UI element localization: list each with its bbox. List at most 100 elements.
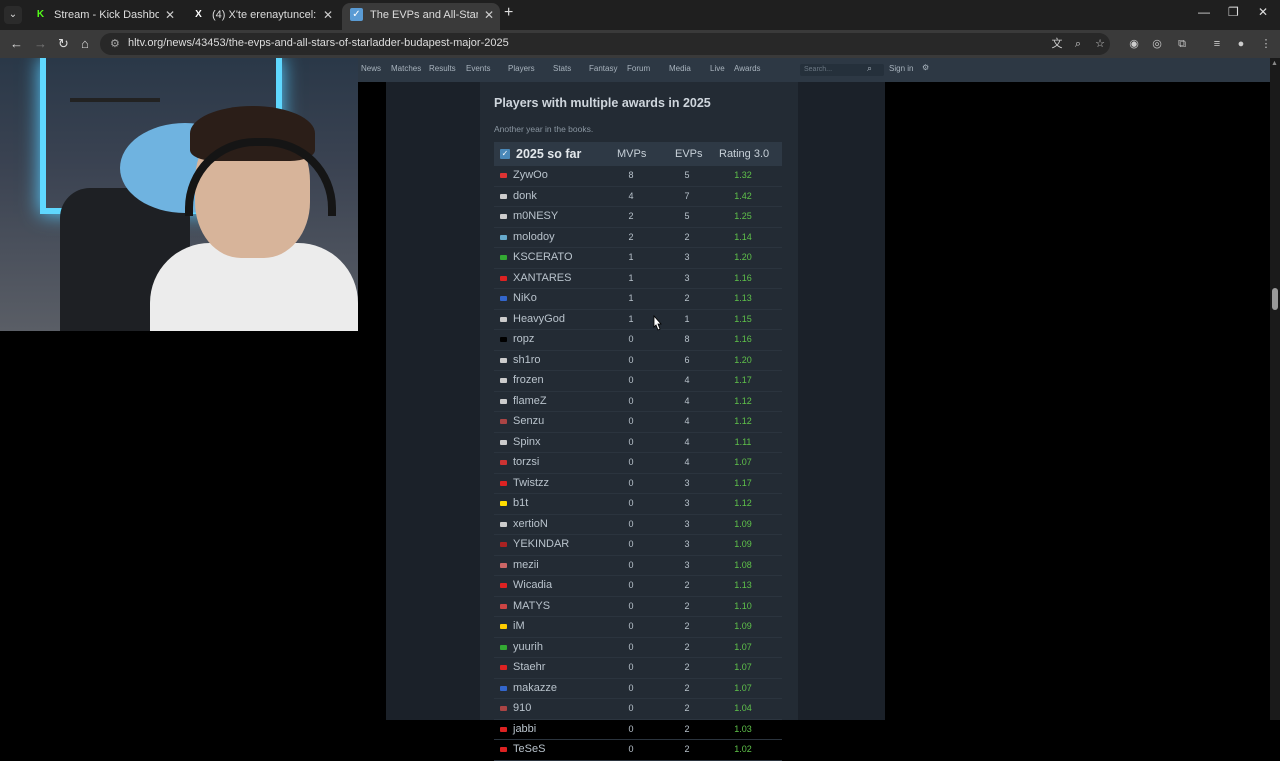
reload-icon[interactable]: ↻ — [58, 36, 69, 52]
evp-count: 4 — [684, 457, 690, 467]
profile-avatar-icon[interactable]: ● — [1234, 37, 1248, 51]
player-name-link[interactable]: b1t — [513, 497, 528, 509]
player-name-link[interactable]: 910 — [513, 702, 531, 714]
player-name-link[interactable]: frozen — [513, 374, 544, 386]
player-name-link[interactable]: mezii — [513, 559, 539, 571]
table-row: iM 0 2 1.09 — [494, 617, 782, 638]
header-rating[interactable]: Rating 3.0 — [719, 148, 769, 160]
player-name-link[interactable]: Senzu — [513, 415, 544, 427]
player-name-link[interactable]: molodoy — [513, 231, 555, 243]
table-row: YEKINDAR 0 3 1.09 — [494, 535, 782, 556]
tab-title: (4) X'te erenaytuncel: "@Auror — [212, 9, 317, 21]
nav-fantasy[interactable]: Fantasy — [589, 64, 617, 73]
player-name-link[interactable]: TeSeS — [513, 743, 545, 755]
close-tab-icon[interactable]: ✕ — [165, 3, 175, 27]
nav-media[interactable]: Media — [669, 64, 691, 73]
country-flag-icon — [500, 296, 507, 301]
nav-players[interactable]: Players — [508, 64, 535, 73]
nav-results[interactable]: Results — [429, 64, 456, 73]
site-navigation: News Matches Results Events Players Stat… — [358, 58, 1270, 82]
close-window-icon[interactable]: ✕ — [1258, 5, 1268, 19]
country-flag-icon — [500, 398, 507, 404]
rating-value: 1.11 — [734, 436, 752, 447]
header-evps[interactable]: EVPs — [675, 148, 703, 160]
nav-matches[interactable]: Matches — [391, 64, 421, 73]
table-row: b1t 0 3 1.12 — [494, 494, 782, 515]
player-name-link[interactable]: sh1ro — [513, 354, 541, 366]
player-name-link[interactable]: NiKo — [513, 292, 537, 304]
site-info-icon[interactable]: ⚙ — [110, 37, 120, 50]
rating-value: 1.03 — [734, 723, 752, 734]
back-icon[interactable]: ← — [10, 36, 23, 51]
player-name-link[interactable]: torzsi — [513, 456, 539, 468]
maximize-icon[interactable]: ❐ — [1228, 5, 1239, 19]
player-name-link[interactable]: jabbi — [513, 723, 536, 735]
nav-news[interactable]: News — [361, 64, 381, 73]
tab-hltv-article[interactable]: ✓ The EVPs and All-Stars of StarL ✕ — [342, 3, 500, 30]
player-name-link[interactable]: MATYS — [513, 600, 550, 612]
player-name-link[interactable]: makazze — [513, 682, 557, 694]
player-name-link[interactable]: flameZ — [513, 395, 547, 407]
nav-events[interactable]: Events — [466, 64, 490, 73]
player-name-link[interactable]: Spinx — [513, 436, 541, 448]
extension-icon[interactable]: ◎ — [1150, 37, 1164, 51]
new-tab-button[interactable]: + — [504, 4, 513, 22]
tab-search-button[interactable]: ⌄ — [4, 6, 22, 24]
player-name-link[interactable]: xertioN — [513, 518, 548, 530]
evp-count: 3 — [684, 272, 690, 283]
player-name-link[interactable]: Wicadia — [513, 579, 552, 591]
close-tab-icon[interactable]: ✕ — [323, 3, 333, 27]
country-flag-icon — [500, 316, 507, 322]
player-name-link[interactable]: iM — [513, 620, 525, 632]
rating-value: 1.12 — [734, 395, 752, 406]
mvp-count: 0 — [628, 518, 634, 529]
country-flag-icon — [500, 460, 507, 465]
evp-count: 2 — [684, 600, 690, 611]
country-flag-icon — [500, 624, 507, 629]
player-name-link[interactable]: m0NESY — [513, 210, 558, 222]
table-row: Staehr 0 2 1.07 — [494, 658, 782, 679]
tab-kick-dashboard[interactable]: K Stream - Kick Dashboard ✕ — [26, 3, 181, 27]
header-mvps[interactable]: MVPs — [617, 148, 646, 160]
mvp-count: 0 — [628, 744, 634, 754]
bookmark-star-icon[interactable]: ☆ — [1093, 37, 1107, 51]
tab-x-post[interactable]: X (4) X'te erenaytuncel: "@Auror ✕ — [184, 3, 339, 27]
nav-live[interactable]: Live — [710, 64, 725, 73]
player-name-link[interactable]: Twistzz — [513, 477, 549, 489]
search-icon[interactable]: ⌕ — [867, 63, 872, 74]
rating-value: 1.07 — [734, 457, 752, 467]
nav-forum[interactable]: Forum — [627, 64, 650, 73]
page-scrollbar[interactable]: ▲ — [1270, 58, 1280, 720]
rating-value: 1.16 — [734, 334, 752, 344]
player-name-link[interactable]: HeavyGod — [513, 313, 565, 325]
scrollbar-thumb[interactable] — [1272, 288, 1278, 310]
nav-stats[interactable]: Stats — [553, 64, 571, 73]
player-name-link[interactable]: YEKINDAR — [513, 538, 569, 550]
url-bar[interactable]: ⚙ hltv.org/news/43453/the-evps-and-all-s… — [100, 33, 1110, 55]
extension-icon[interactable]: ◉ — [1127, 37, 1141, 51]
zoom-icon[interactable]: ⌕ — [1071, 37, 1085, 51]
player-name-link[interactable]: KSCERATO — [513, 251, 573, 263]
scroll-up-arrow-icon[interactable]: ▲ — [1271, 60, 1278, 67]
forward-icon[interactable]: → — [34, 36, 47, 51]
player-name-link[interactable]: XANTARES — [513, 272, 571, 284]
settings-gear-icon[interactable]: ⚙ — [922, 63, 929, 72]
player-name-link[interactable]: ropz — [513, 333, 534, 345]
media-controls-icon[interactable]: ≡ — [1210, 37, 1224, 51]
extensions-puzzle-icon[interactable]: ⧉ — [1175, 37, 1189, 51]
sign-in-link[interactable]: Sign in — [889, 64, 913, 73]
menu-kebab-icon[interactable]: ⋮ — [1259, 37, 1273, 51]
close-tab-icon[interactable]: ✕ — [484, 3, 494, 27]
player-name-link[interactable]: Staehr — [513, 661, 545, 673]
table-row: mezii 0 3 1.08 — [494, 556, 782, 576]
player-name-link[interactable]: yuurih — [513, 641, 543, 653]
translate-icon[interactable]: 文 — [1050, 37, 1064, 51]
home-icon[interactable]: ⌂ — [81, 36, 89, 51]
table-row: TeSeS 0 2 1.02 — [494, 740, 782, 761]
nav-awards[interactable]: Awards — [734, 64, 761, 73]
table-row: HeavyGod 1 1 1.15 — [494, 310, 782, 330]
rating-value: 1.20 — [734, 354, 752, 365]
player-name-link[interactable]: ZywOo — [513, 169, 548, 181]
player-name-link[interactable]: donk — [513, 190, 537, 202]
minimize-icon[interactable]: — — [1198, 5, 1210, 19]
